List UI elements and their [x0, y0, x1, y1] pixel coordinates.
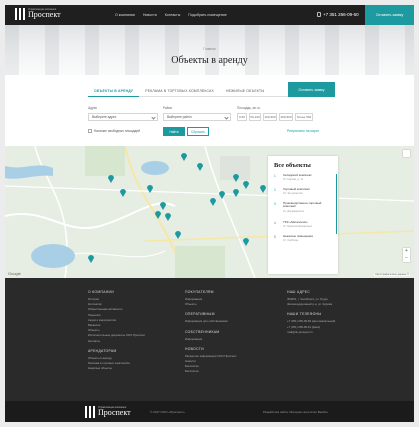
objects-panel-title: Все объекты	[274, 162, 311, 169]
zoom-control[interactable]: + −	[403, 248, 410, 262]
map-canvas	[5, 146, 414, 278]
header-request-button[interactable]: Оставить заявку	[365, 5, 414, 25]
hero-banner: Главная Объекты в аренду	[5, 25, 414, 75]
footer-column-company: О КОМПАНИИ История Коллектив Общественна…	[88, 290, 145, 371]
area-option-300-500[interactable]: 300-500	[279, 113, 293, 121]
header-phone[interactable]: +7 351 266-09-60	[323, 12, 359, 17]
footer-logo[interactable]: Управляющая компания Проспект	[85, 406, 131, 418]
chevron-down-icon	[151, 115, 156, 120]
object-address: Ул. Кирова, д. 11	[283, 178, 304, 182]
fullscreen-button[interactable]	[403, 150, 410, 157]
footer-phone[interactable]: +7 (351) 266-09-60 (многоканальный)	[287, 319, 335, 324]
free-space-checkbox-label[interactable]: Наличие свободных площадей	[94, 129, 140, 133]
phone-icon	[317, 12, 321, 17]
object-number: 5	[274, 235, 276, 239]
object-address: Ул. Энтузиастов	[283, 192, 303, 196]
object-number: 3	[274, 202, 276, 206]
footer-heading: ПОКУПАТЕЛЯМ	[185, 290, 214, 294]
footer-link[interactable]: Объекты	[185, 302, 237, 307]
free-space-checkbox[interactable]	[88, 129, 92, 133]
footer-link[interactable]: Нежилые объекты	[88, 366, 145, 371]
footer-column-buyers: ПОКУПАТЕЛЯМ Информация Объекты ОПЕРАТИВН…	[185, 290, 237, 375]
page: Управляющая компания Проспект О компании…	[5, 5, 414, 422]
footer-column-contacts: НАШ АДРЕС 454091, г. Челябинск, ул. Труд…	[287, 290, 335, 335]
nav-item-contacts[interactable]: Контакты	[165, 13, 181, 17]
footer-heading: АРЕНДАТОРАМ	[88, 348, 117, 353]
objects-list-panel: Все объекты 1 Складской комплекс Ул. Кир…	[268, 156, 338, 274]
object-number: 1	[274, 174, 276, 178]
address-filter-label: Адрес	[88, 106, 98, 110]
site-logo[interactable]: Управляющая компания Проспект	[15, 8, 61, 20]
area-option-50-100[interactable]: 50-100	[249, 113, 261, 121]
footer-heading: ОПЕРАТИВНЫМ	[185, 312, 215, 317]
area-option-0-50[interactable]: 0-50	[237, 113, 247, 121]
footer-address-line: Железнодорожный р-н, ул. Кирова	[287, 302, 332, 307]
footer-heading: СОБСТВЕННИКАМ	[185, 329, 220, 334]
nav-item-about[interactable]: О компании	[115, 13, 135, 17]
logo-mark-icon	[85, 406, 95, 418]
object-address: Ул. Дзержинского	[283, 209, 305, 213]
list-item[interactable]: 3 Производственно-торговый комплекс Ул. …	[274, 201, 334, 221]
map-results-link[interactable]: Результаты на карте	[287, 129, 319, 133]
request-button[interactable]: Оставить заявку	[288, 82, 335, 97]
footer-link[interactable]: Информация для собственников	[185, 319, 237, 324]
footer-link[interactable]: Бесплатно	[185, 369, 237, 374]
chevron-down-icon	[224, 115, 229, 120]
panel-scrollbar[interactable]	[336, 174, 337, 234]
list-item[interactable]: 5 Нежилые помещения Ул. Свободы	[274, 234, 334, 249]
district-filter-label: Район	[163, 106, 173, 110]
object-number: 4	[274, 221, 276, 225]
tab-rent-objects[interactable]: ОБЪЕКТЫ В АРЕНДУ	[88, 85, 140, 97]
footer-heading: НОВОСТИ	[185, 346, 204, 351]
object-number: 2	[274, 188, 276, 192]
address-select-value: Выберите адрес	[92, 115, 117, 119]
footer-heading: НАШ АДРЕС	[287, 290, 311, 294]
area-option-100-300[interactable]: 100-300	[263, 113, 277, 121]
site-footer: О КОМПАНИИ История Коллектив Общественна…	[5, 278, 414, 401]
footer-link[interactable]: Контакты	[88, 339, 145, 344]
breadcrumb[interactable]: Главная	[5, 47, 414, 51]
footer-bottom-bar: Управляющая компания Проспект © 2017 ООО…	[5, 401, 414, 422]
object-name: Складской комплекс	[283, 173, 312, 177]
footer-logo-inner: Управляющая компания Проспект	[85, 406, 131, 418]
district-select-value: Выберите район	[167, 115, 192, 119]
logo-name: Проспект	[28, 10, 61, 20]
logo-mark-icon	[15, 8, 25, 20]
objects-list: 1 Складской комплекс Ул. Кирова, д. 11 2…	[274, 173, 334, 249]
address-select[interactable]: Выберите адрес	[88, 113, 158, 121]
footer-link[interactable]: Информация	[185, 337, 237, 342]
developer-credit[interactable]: Разработка сайта: Интернет-агентство Bee…	[263, 410, 328, 414]
nav-item-find-premises[interactable]: Подобрать помещение	[188, 13, 226, 17]
page-title: Объекты в аренду	[171, 55, 248, 66]
google-logo: Google	[8, 271, 21, 276]
main-nav: О компании Новости Контакты Подобрать по…	[115, 5, 227, 25]
list-item[interactable]: 2 Торговый комплекс Ул. Энтузиастов	[274, 187, 334, 202]
objects-map[interactable]: + − Google Картографические данные ©	[5, 146, 414, 278]
object-address: Ул. Братьев Кашириных	[283, 225, 313, 229]
reset-button[interactable]: Сбросить	[187, 127, 209, 136]
footer-email[interactable]: mail@ok-prospect.ru	[287, 330, 335, 335]
find-button[interactable]: Найти	[163, 127, 185, 136]
nav-item-news[interactable]: Новости	[143, 13, 157, 17]
object-name: ТРК «Мегаполис»	[283, 220, 308, 224]
area-option-over-500[interactable]: более 500	[295, 113, 313, 121]
list-item[interactable]: 1 Складской комплекс Ул. Кирова, д. 11	[274, 173, 334, 188]
object-name: Нежилые помещения	[283, 234, 313, 238]
footer-heading: О КОМПАНИИ	[88, 290, 114, 294]
footer-link[interactable]: Исполнительные документы ООО Проспект	[88, 333, 145, 338]
logo-name: Проспект	[98, 408, 131, 418]
district-select[interactable]: Выберите район	[163, 113, 231, 121]
map-attribution: Картографические данные ©	[374, 273, 410, 276]
copyright: © 2017 ООО «Проспект»	[150, 410, 185, 414]
object-name: Торговый комплекс	[283, 187, 310, 191]
area-filter-label: Площадь, кв. м.	[237, 106, 261, 110]
object-name: Производственно-торговый комплекс	[283, 201, 322, 209]
tab-non-residential[interactable]: НЕЖИЛЫЕ ОБЪЕКТЫ	[220, 85, 270, 97]
footer-heading: НАШИ ТЕЛЕФОНЫ	[287, 312, 322, 317]
top-navigation-bar: Управляющая компания Проспект О компании…	[5, 5, 414, 25]
object-address: Ул. Свободы	[283, 239, 299, 243]
tab-advertising[interactable]: РЕКЛАМА В ТОРГОВЫХ КОМПЛЕКСАХ	[139, 85, 220, 97]
list-item[interactable]: 4 ТРК «Мегаполис» Ул. Братьев Кашириных	[274, 220, 334, 235]
